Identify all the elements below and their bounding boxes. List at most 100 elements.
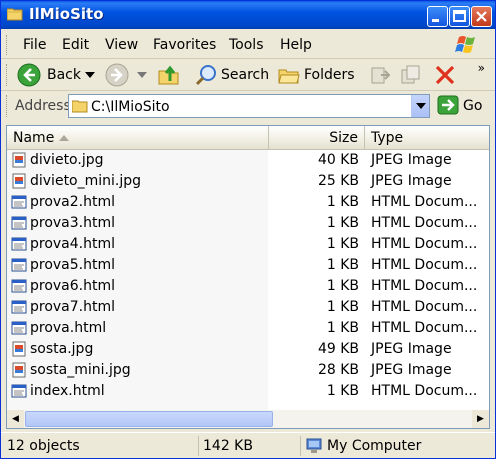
my-computer-icon: [306, 438, 322, 453]
jpeg-file-icon: [11, 152, 27, 168]
menu-favorites[interactable]: Favorites: [153, 37, 216, 53]
close-icon: [476, 11, 487, 22]
folders-icon[interactable]: [277, 63, 301, 87]
file-row[interactable]: sosta.jpg 49 KB JPEG Image: [7, 339, 489, 360]
file-size: 40 KB: [317, 152, 359, 168]
column-header-name[interactable]: Name: [7, 126, 269, 149]
go-label: Go: [463, 98, 483, 114]
file-row[interactable]: sosta_mini.jpg 28 KB JPEG Image: [7, 360, 489, 381]
scroll-left-button[interactable]: ◀: [7, 410, 24, 428]
status-objects: 12 objects: [7, 438, 80, 454]
toolbar-overflow-icon[interactable]: »: [478, 61, 485, 75]
file-type: HTML Docum...: [371, 278, 478, 294]
delete-icon[interactable]: [433, 63, 457, 87]
html-file-icon: [11, 299, 27, 315]
back-button-label[interactable]: Back: [47, 67, 81, 83]
address-grip[interactable]: [6, 95, 9, 117]
menu-bar: File Edit View Favorites Tools Help: [1, 31, 495, 59]
file-name: sosta_mini.jpg: [30, 362, 131, 378]
copy-to-icon[interactable]: [399, 63, 423, 87]
html-file-icon: [11, 278, 27, 294]
menu-tools[interactable]: Tools: [229, 37, 264, 53]
forward-arrow-icon[interactable]: [105, 63, 129, 87]
html-file-icon: [11, 215, 27, 231]
minimize-icon: [432, 19, 439, 22]
menu-help[interactable]: Help: [280, 37, 312, 53]
column-header-size[interactable]: Size: [269, 126, 365, 149]
address-value: C:\IlMioSito: [91, 99, 170, 115]
file-type: HTML Docum...: [371, 320, 478, 336]
file-row[interactable]: prova.html 1 KB HTML Docum...: [7, 318, 489, 339]
back-arrow-icon[interactable]: [17, 63, 41, 87]
file-name: index.html: [30, 383, 105, 399]
file-list-view[interactable]: Name Size Type divieto.jpg 40 KB JPEG Imag…: [6, 125, 490, 429]
toolbar-grip[interactable]: [6, 64, 9, 86]
status-objects-cell: 12 objects: [3, 436, 199, 456]
jpeg-file-icon: [11, 362, 27, 378]
file-row[interactable]: divieto.jpg 40 KB JPEG Image: [7, 150, 489, 171]
column-size-label: Size: [329, 130, 358, 146]
window-title: IlMioSito: [29, 5, 104, 23]
close-button[interactable]: [471, 6, 492, 27]
status-size-cell: 142 KB: [201, 436, 301, 456]
search-icon[interactable]: [195, 63, 219, 87]
file-size: 1 KB: [326, 236, 359, 252]
maximize-button[interactable]: [449, 6, 470, 27]
file-row[interactable]: prova6.html 1 KB HTML Docum...: [7, 276, 489, 297]
column-header: Name Size Type: [7, 126, 489, 150]
file-type: HTML Docum...: [371, 215, 478, 231]
column-header-type[interactable]: Type: [365, 126, 489, 149]
move-to-icon[interactable]: [369, 63, 393, 87]
folder-icon: [7, 8, 23, 21]
file-row[interactable]: prova4.html 1 KB HTML Docum...: [7, 234, 489, 255]
back-dropdown-icon[interactable]: [85, 72, 95, 78]
menu-view[interactable]: View: [105, 37, 138, 53]
folders-button-label[interactable]: Folders: [304, 67, 355, 83]
menu-grip[interactable]: [6, 35, 9, 55]
file-row[interactable]: prova7.html 1 KB HTML Docum...: [7, 297, 489, 318]
file-type: JPEG Image: [371, 173, 452, 189]
scroll-thumb[interactable]: [25, 411, 273, 427]
status-location: My Computer: [327, 438, 422, 454]
file-row[interactable]: divieto_mini.jpg 25 KB JPEG Image: [7, 171, 489, 192]
file-size: 1 KB: [326, 383, 359, 399]
minimize-button[interactable]: [427, 6, 448, 27]
scroll-right-button[interactable]: ▶: [472, 410, 489, 428]
go-button[interactable]: Go: [437, 95, 489, 117]
file-size: 49 KB: [317, 341, 359, 357]
address-input[interactable]: C:\IlMioSito: [68, 94, 430, 118]
file-row[interactable]: prova3.html 1 KB HTML Docum...: [7, 213, 489, 234]
sort-ascending-icon: [59, 135, 69, 141]
file-type: JPEG Image: [371, 152, 452, 168]
file-type: JPEG Image: [371, 341, 452, 357]
file-type: HTML Docum...: [371, 257, 478, 273]
column-name-label: Name: [13, 130, 55, 146]
file-row[interactable]: prova5.html 1 KB HTML Docum...: [7, 255, 489, 276]
search-button-label[interactable]: Search: [221, 67, 269, 83]
address-label: Address: [15, 98, 71, 114]
file-size: 1 KB: [326, 320, 359, 336]
file-name: prova7.html: [30, 299, 116, 315]
html-file-icon: [11, 257, 27, 273]
jpeg-file-icon: [11, 173, 27, 189]
forward-dropdown-icon[interactable]: [137, 72, 147, 78]
file-size: 28 KB: [317, 362, 359, 378]
address-dropdown-button[interactable]: [411, 95, 429, 117]
standard-toolbar: Back Search Folders »: [1, 59, 495, 91]
file-name: prova5.html: [30, 257, 116, 273]
menu-edit[interactable]: Edit: [62, 37, 89, 53]
jpeg-file-icon: [11, 341, 27, 357]
menu-file[interactable]: File: [23, 37, 46, 53]
file-row[interactable]: index.html 1 KB HTML Docum...: [7, 381, 489, 402]
file-type: HTML Docum...: [371, 299, 478, 315]
explorer-window: IlMioSito File Edit View Favorites Tools…: [0, 0, 496, 459]
file-row[interactable]: prova2.html 1 KB HTML Docum...: [7, 192, 489, 213]
up-folder-icon[interactable]: [157, 63, 181, 87]
windows-logo-icon: [455, 36, 475, 53]
file-type: HTML Docum...: [371, 383, 478, 399]
horizontal-scrollbar[interactable]: ◀ ▶: [7, 410, 489, 428]
status-location-cell: My Computer: [303, 436, 491, 456]
file-name: prova.html: [30, 320, 107, 336]
title-bar[interactable]: IlMioSito: [1, 1, 495, 29]
file-name: divieto.jpg: [30, 152, 104, 168]
